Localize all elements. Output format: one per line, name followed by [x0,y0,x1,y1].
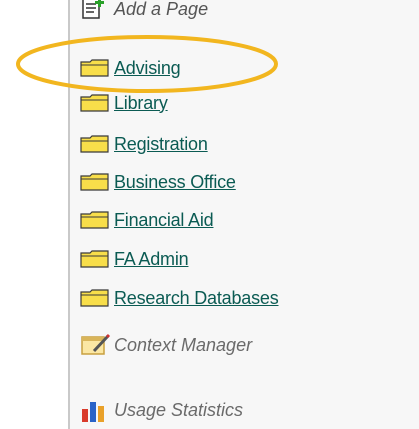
folder-link-research-databases[interactable]: Research Databases [114,288,279,309]
folder-item-business-office[interactable]: Business Office [80,168,236,196]
bar-chart-icon [80,399,114,422]
folder-icon [80,57,114,79]
folder-icon [80,92,114,114]
folder-link-business-office[interactable]: Business Office [114,172,236,193]
folder-icon [80,287,114,309]
add-page-icon [80,0,114,20]
usage-statistics-link[interactable]: Usage Statistics [80,396,243,424]
folder-icon [80,133,114,155]
folder-link-registration[interactable]: Registration [114,134,208,155]
folder-item-research-databases[interactable]: Research Databases [80,284,279,312]
folder-item-library[interactable]: Library [80,89,168,117]
folder-item-advising[interactable]: Advising [80,54,181,82]
folder-link-library[interactable]: Library [114,93,168,114]
context-manager-link[interactable]: Context Manager [80,331,252,359]
folder-link-financial-aid[interactable]: Financial Aid [114,210,214,231]
folder-item-financial-aid[interactable]: Financial Aid [80,206,214,234]
folder-icon [80,209,114,231]
context-manager-label: Context Manager [114,334,253,355]
folder-link-advising[interactable]: Advising [114,58,181,79]
folder-icon [80,171,114,193]
folder-icon [80,248,114,270]
usage-statistics-label: Usage Statistics [114,399,244,420]
add-page-link[interactable]: Add a Page [80,0,208,23]
folder-item-fa-admin[interactable]: FA Admin [80,245,189,273]
folder-link-fa-admin[interactable]: FA Admin [114,249,189,270]
left-margin [0,0,68,429]
pencil-note-icon [80,333,114,356]
folder-item-registration[interactable]: Registration [80,130,208,158]
add-page-label: Add a Page [114,0,209,19]
